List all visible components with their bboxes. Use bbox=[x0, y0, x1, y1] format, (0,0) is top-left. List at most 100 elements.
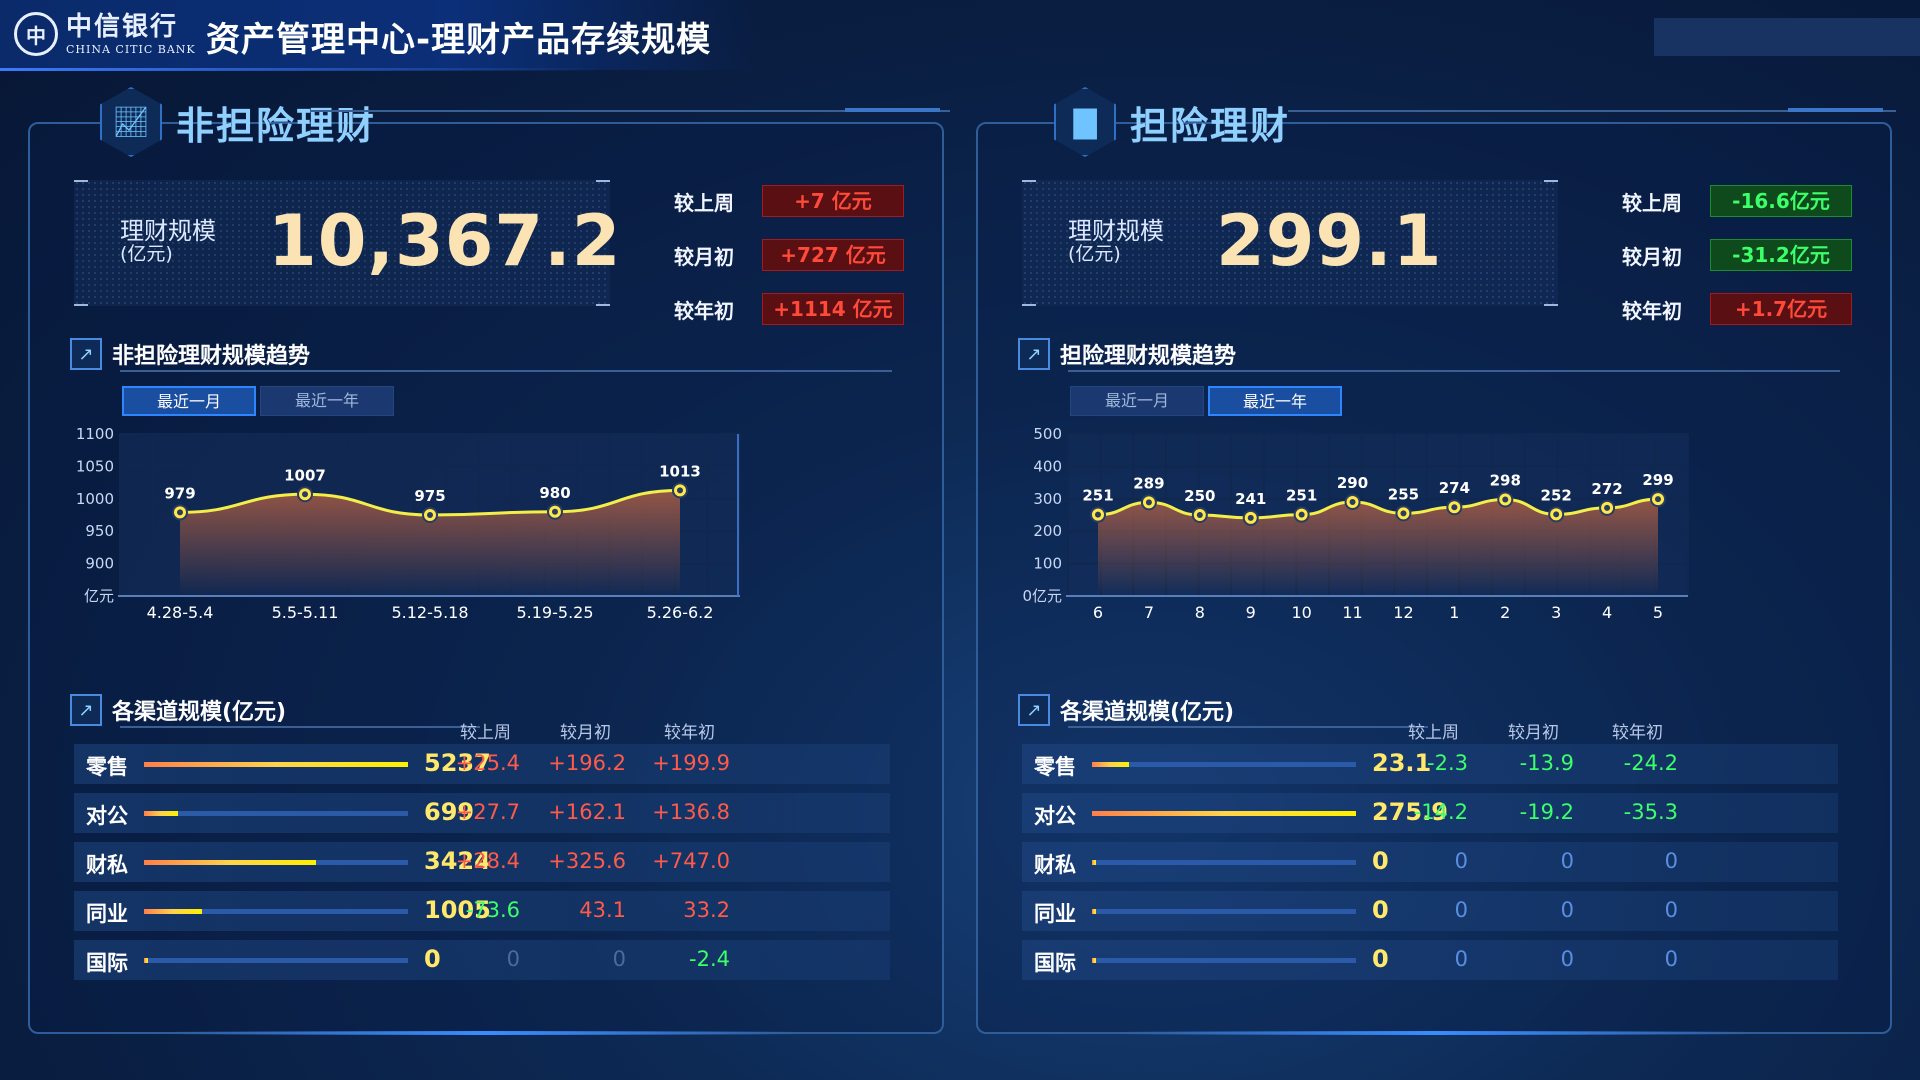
tab-last-year[interactable]: 最近一年 bbox=[1208, 386, 1342, 416]
channel-row: 财私 0 0 0 0 bbox=[1022, 842, 1838, 882]
channel-bar-fill bbox=[144, 860, 316, 865]
channel-delta: 0 bbox=[1454, 849, 1468, 873]
header-underline bbox=[0, 68, 600, 71]
channel-row: 国际 0 0 0 -2.4 bbox=[74, 940, 890, 980]
citic-logo-icon: 中 bbox=[14, 12, 58, 56]
y-tick-label: 500 bbox=[1033, 425, 1062, 443]
channel-delta: +136.8 bbox=[652, 800, 730, 824]
bar-chart-icon: ▇ bbox=[1054, 87, 1116, 157]
channel-label: 财私 bbox=[1034, 853, 1076, 877]
logo-cn-text: 中信银行 bbox=[66, 11, 179, 42]
delta-label: 较上周 bbox=[674, 190, 734, 215]
column-header: 较年初 bbox=[664, 723, 715, 743]
tab-last-month[interactable]: 最近一月 bbox=[1070, 386, 1204, 416]
channel-label: 零售 bbox=[86, 755, 128, 779]
trend-tabs: 最近一月 最近一年 bbox=[122, 386, 398, 416]
trend-heading-line bbox=[1068, 370, 1840, 372]
channel-delta: 0 bbox=[1560, 849, 1574, 873]
channel-bar-track bbox=[144, 958, 408, 963]
x-tick-label: 5.5-5.11 bbox=[272, 603, 339, 622]
panel-head-accent bbox=[1788, 108, 1883, 112]
x-tick-label: 7 bbox=[1144, 603, 1154, 622]
bank-logo: 中 中信银行 CHINA CITIC BANK bbox=[14, 12, 196, 56]
channel-row: 同业 0 0 0 0 bbox=[1022, 891, 1838, 931]
channel-bar-track bbox=[144, 860, 408, 865]
channel-delta: 0 bbox=[1454, 947, 1468, 971]
channel-label: 国际 bbox=[86, 951, 128, 975]
channel-delta: 0 bbox=[1664, 947, 1678, 971]
channel-bar-track bbox=[1092, 762, 1356, 767]
channel-delta: +162.1 bbox=[548, 800, 626, 824]
channel-bar-fill bbox=[1092, 811, 1356, 816]
delta-label: 较上周 bbox=[1622, 190, 1682, 215]
data-point-core bbox=[1451, 504, 1458, 511]
y-tick-label: 900 bbox=[85, 555, 114, 573]
y-tick-label: 100 bbox=[1033, 555, 1062, 573]
trend-heading: ↗ 担险理财规模趋势 bbox=[1018, 338, 1236, 370]
header: 中 中信银行 CHINA CITIC BANK 资产管理中心-理财产品存续规模 bbox=[0, 0, 1920, 72]
channel-label: 同业 bbox=[86, 902, 128, 926]
channel-row: 零售 23.1 -2.3 -13.9 -24.2 bbox=[1022, 744, 1838, 784]
trend-heading: ↗ 非担险理财规模趋势 bbox=[70, 338, 310, 370]
x-tick-label: 2 bbox=[1500, 603, 1510, 622]
x-tick-label: 5.12-5.18 bbox=[391, 603, 468, 622]
panel-head: 📈︎ 非担险理财 bbox=[100, 82, 376, 162]
data-label: 290 bbox=[1337, 474, 1368, 492]
data-label: 252 bbox=[1541, 486, 1572, 504]
trend-tabs: 最近一月 最近一年 bbox=[1070, 386, 1346, 416]
monitor-chart-icon: 📈︎ bbox=[100, 87, 162, 157]
logo-en-text: CHINA CITIC BANK bbox=[66, 42, 196, 56]
y-tick-label: 1000 bbox=[76, 490, 114, 508]
channel-delta: 0 bbox=[1454, 898, 1468, 922]
panel-bottom-glow bbox=[1118, 1031, 1750, 1035]
data-point-core bbox=[1502, 496, 1509, 503]
channel-label: 同业 bbox=[1034, 902, 1076, 926]
panel-head: ▇ 担险理财 bbox=[1054, 82, 1290, 162]
x-tick-label: 4.28-5.4 bbox=[147, 603, 214, 622]
channel-bar-track bbox=[1092, 958, 1356, 963]
total-value: 299.1 bbox=[1216, 200, 1443, 282]
channel-delta: -2.3 bbox=[1427, 751, 1468, 775]
channel-delta: +199.9 bbox=[652, 751, 730, 775]
channel-table-header: 较上周 较月初 较年初 bbox=[30, 718, 946, 743]
delta-row: 较月初 +727 亿元 bbox=[674, 228, 904, 282]
channel-label: 财私 bbox=[86, 853, 128, 877]
y-tick-label: 0亿元 bbox=[1022, 587, 1062, 605]
tab-last-month[interactable]: 最近一月 bbox=[122, 386, 256, 416]
delta-badge: +7 亿元 bbox=[762, 185, 904, 217]
column-header: 较月初 bbox=[560, 723, 611, 743]
data-label: 298 bbox=[1490, 471, 1521, 489]
channel-delta: -14.2 bbox=[1413, 800, 1468, 824]
channel-bar-track bbox=[144, 811, 408, 816]
data-point-core bbox=[1655, 496, 1661, 503]
data-label: 251 bbox=[1082, 487, 1113, 505]
y-tick-label: 300 bbox=[1033, 490, 1062, 508]
data-point-core bbox=[677, 487, 683, 494]
channel-bar-fill bbox=[1092, 958, 1096, 963]
tab-last-year[interactable]: 最近一年 bbox=[260, 386, 394, 416]
trend-heading-line bbox=[120, 370, 892, 372]
channel-delta: 0 bbox=[1664, 898, 1678, 922]
channel-bar-fill bbox=[144, 762, 408, 767]
channel-row: 同业 1005 -73.6 43.1 33.2 bbox=[74, 891, 890, 931]
channel-label: 零售 bbox=[1034, 755, 1076, 779]
column-header: 较月初 bbox=[1508, 723, 1559, 743]
data-point-core bbox=[1298, 511, 1305, 518]
data-point-core bbox=[1145, 499, 1152, 506]
channel-row: 国际 0 0 0 0 bbox=[1022, 940, 1838, 980]
trend-title: 担险理财规模趋势 bbox=[1060, 344, 1237, 369]
channel-delta: +28.4 bbox=[455, 849, 520, 873]
x-tick-label: 4 bbox=[1602, 603, 1612, 622]
panel-title: 担险理财 bbox=[1130, 103, 1291, 148]
channel-delta: -19.2 bbox=[1519, 800, 1574, 824]
channel-bar-fill bbox=[1092, 762, 1129, 767]
y-tick-label: 1100 bbox=[76, 425, 114, 443]
column-header: 较年初 bbox=[1612, 723, 1663, 743]
data-point-core bbox=[1349, 499, 1356, 506]
panel-non-risk: 📈︎ 非担险理财 理财规模 (亿元) 10,367.2 较上周 +7 亿元 较月初 +… bbox=[28, 87, 950, 1035]
channel-bar-fill bbox=[144, 958, 148, 963]
channel-delta: -35.3 bbox=[1623, 800, 1678, 824]
data-label: 255 bbox=[1388, 485, 1419, 503]
data-point-core bbox=[1196, 512, 1203, 518]
data-label: 299 bbox=[1642, 471, 1673, 489]
